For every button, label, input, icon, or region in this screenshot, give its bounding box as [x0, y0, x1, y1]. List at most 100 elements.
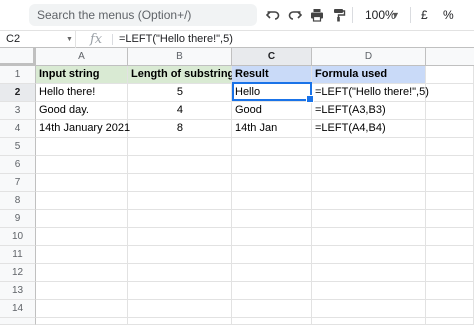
empty-cell[interactable] — [36, 210, 128, 228]
empty-cell[interactable] — [128, 228, 232, 246]
empty-cell[interactable] — [232, 174, 312, 192]
empty-cell[interactable] — [232, 138, 312, 156]
row-header-11[interactable]: 11 — [0, 246, 36, 264]
select-all-corner[interactable] — [0, 48, 36, 66]
empty-cell[interactable] — [128, 192, 232, 210]
menu-search-input[interactable]: Search the menus (Option+/) — [29, 4, 257, 26]
empty-cell[interactable] — [426, 300, 474, 318]
cell-b4[interactable]: 8 — [128, 120, 232, 138]
undo-icon[interactable] — [264, 4, 282, 26]
empty-cell[interactable] — [232, 282, 312, 300]
cell-b1[interactable]: Length of substring — [128, 66, 234, 84]
row-header-15[interactable] — [0, 318, 36, 325]
row-header-9[interactable]: 9 — [0, 210, 36, 228]
row-header-13[interactable]: 13 — [0, 282, 36, 300]
empty-cell[interactable] — [426, 84, 474, 102]
cell-a4[interactable]: 14th January 2021 — [36, 120, 130, 138]
name-box[interactable]: C2 ▼ — [0, 31, 76, 48]
empty-cell[interactable] — [36, 264, 128, 282]
empty-cell[interactable] — [312, 138, 426, 156]
row-header-3[interactable]: 3 — [0, 102, 36, 120]
column-header-e[interactable] — [426, 48, 474, 66]
empty-cell[interactable] — [312, 264, 426, 282]
empty-cell[interactable] — [232, 192, 312, 210]
empty-cell[interactable] — [36, 246, 128, 264]
cell-a3[interactable]: Good day. — [36, 102, 128, 120]
empty-cell[interactable] — [312, 282, 426, 300]
empty-cell[interactable] — [36, 138, 128, 156]
empty-cell[interactable] — [232, 246, 312, 264]
empty-cell[interactable] — [128, 210, 232, 228]
empty-cell[interactable] — [128, 138, 232, 156]
cell-c1[interactable]: Result — [232, 66, 312, 84]
row-header-1[interactable]: 1 — [0, 66, 36, 84]
empty-cell[interactable] — [312, 228, 426, 246]
print-icon[interactable] — [308, 4, 326, 26]
empty-cell[interactable] — [128, 282, 232, 300]
cell-b2[interactable]: 5 — [128, 84, 232, 102]
empty-cell[interactable] — [426, 120, 474, 138]
empty-cell[interactable] — [36, 156, 128, 174]
format-currency-button[interactable]: £ — [421, 4, 428, 26]
empty-cell[interactable] — [232, 210, 312, 228]
empty-cell[interactable] — [312, 300, 426, 318]
paint-format-icon[interactable] — [330, 4, 348, 26]
empty-cell[interactable] — [232, 156, 312, 174]
format-percent-button[interactable]: % — [443, 4, 454, 26]
cell-d3[interactable]: =LEFT(A3,B3) — [312, 102, 426, 120]
row-header-5[interactable]: 5 — [0, 138, 36, 156]
cell-c4[interactable]: 14th Jan — [232, 120, 312, 138]
empty-cell[interactable] — [426, 66, 474, 84]
redo-icon[interactable] — [286, 4, 304, 26]
empty-cell[interactable] — [232, 264, 312, 282]
empty-cell[interactable] — [36, 228, 128, 246]
cell-b3[interactable]: 4 — [128, 102, 232, 120]
empty-cell[interactable] — [312, 318, 426, 325]
empty-cell[interactable] — [426, 318, 474, 325]
empty-cell[interactable] — [426, 264, 474, 282]
empty-cell[interactable] — [426, 246, 474, 264]
empty-cell[interactable] — [426, 228, 474, 246]
empty-cell[interactable] — [128, 318, 232, 325]
column-header-d[interactable]: D — [312, 48, 426, 66]
cell-a2[interactable]: Hello there! — [36, 84, 128, 102]
cell-d4[interactable]: =LEFT(A4,B4) — [312, 120, 426, 138]
empty-cell[interactable] — [312, 156, 426, 174]
cell-d2[interactable]: =LEFT("Hello there!",5) — [312, 84, 429, 102]
zoom-select[interactable]: 100% ▼ — [355, 4, 407, 26]
empty-cell[interactable] — [312, 210, 426, 228]
empty-cell[interactable] — [36, 318, 128, 325]
column-header-c[interactable]: C — [232, 48, 312, 66]
empty-cell[interactable] — [36, 282, 128, 300]
empty-cell[interactable] — [426, 156, 474, 174]
empty-cell[interactable] — [232, 300, 312, 318]
row-header-4[interactable]: 4 — [0, 120, 36, 138]
row-header-12[interactable]: 12 — [0, 264, 36, 282]
empty-cell[interactable] — [36, 192, 128, 210]
cell-a1[interactable]: Input string — [36, 66, 128, 84]
cell-c3[interactable]: Good — [232, 102, 312, 120]
empty-cell[interactable] — [426, 102, 474, 120]
empty-cell[interactable] — [312, 192, 426, 210]
empty-cell[interactable] — [128, 156, 232, 174]
empty-cell[interactable] — [232, 228, 312, 246]
row-header-10[interactable]: 10 — [0, 228, 36, 246]
empty-cell[interactable] — [36, 300, 128, 318]
empty-cell[interactable] — [426, 138, 474, 156]
empty-cell[interactable] — [426, 192, 474, 210]
column-header-a[interactable]: A — [36, 48, 128, 66]
empty-cell[interactable] — [312, 246, 426, 264]
empty-cell[interactable] — [232, 318, 312, 325]
row-header-2[interactable]: 2 — [0, 84, 36, 102]
empty-cell[interactable] — [312, 174, 426, 192]
empty-cell[interactable] — [128, 264, 232, 282]
empty-cell[interactable] — [426, 282, 474, 300]
column-header-b[interactable]: B — [128, 48, 232, 66]
formula-input[interactable]: =LEFT("Hello there!",5) — [119, 31, 233, 48]
empty-cell[interactable] — [128, 246, 232, 264]
row-header-6[interactable]: 6 — [0, 156, 36, 174]
empty-cell[interactable] — [128, 174, 232, 192]
empty-cell[interactable] — [128, 300, 232, 318]
empty-cell[interactable] — [36, 174, 128, 192]
empty-cell[interactable] — [426, 210, 474, 228]
